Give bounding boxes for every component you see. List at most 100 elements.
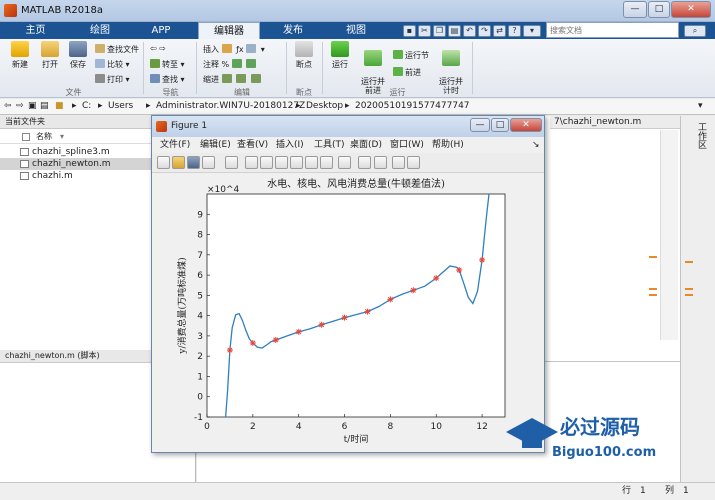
rotate-3d-icon[interactable] [290, 156, 303, 169]
data-point-marker[interactable] [479, 256, 486, 263]
compare-button[interactable]: 比较 ▾ [95, 59, 130, 70]
path-admin[interactable]: Administrator.WIN7U-20180127Z [156, 99, 305, 114]
up-folder-icon[interactable]: ▣ [28, 99, 37, 114]
chart[interactable]: 0 2 4 6 8 10 12-10123456789 水电、核电、风电消费总量(牛顿差值法… [152, 174, 544, 452]
tab-editor[interactable]: 编辑器 [198, 22, 260, 39]
insert-legend-icon[interactable] [374, 156, 387, 169]
maximize-button[interactable]: □ [648, 1, 670, 18]
show-plot-tools-icon[interactable] [407, 156, 420, 169]
switch-windows-icon[interactable]: ⇄ [493, 25, 506, 37]
search-documentation-input[interactable] [546, 22, 679, 38]
menu-view[interactable]: 查看(V) [237, 137, 268, 153]
warning-marker[interactable] [649, 256, 657, 258]
menu-dock-icon[interactable]: ↘ [532, 137, 540, 153]
open-button[interactable]: 打开 [36, 41, 64, 70]
tab-plots[interactable]: 绘图 [70, 22, 130, 39]
menu-tools[interactable]: 工具(T) [314, 137, 345, 153]
path-folder[interactable]: 20200510191577477747 [355, 99, 470, 114]
insert-button[interactable]: 插入 ƒx ▾ [203, 44, 265, 55]
advance-button[interactable]: 前进 [393, 67, 421, 78]
save-button[interactable]: 保存 [64, 41, 92, 70]
figure-close-button[interactable]: ✕ [510, 118, 542, 132]
tab-view[interactable]: 视图 [326, 22, 386, 39]
menu-window[interactable]: 窗口(W) [390, 137, 424, 153]
data-point-marker[interactable] [295, 328, 302, 335]
search-icon[interactable]: ⌕ [684, 25, 706, 37]
brush-icon[interactable] [320, 156, 333, 169]
tab-apps[interactable]: APP [132, 22, 190, 39]
goto-button[interactable]: 转至 ▾ [150, 59, 185, 70]
figure-minimize-button[interactable]: — [470, 118, 490, 132]
quick-paste-icon[interactable]: ▤ [448, 25, 461, 37]
quick-copy-icon[interactable]: ❐ [433, 25, 446, 37]
figure-maximize-button[interactable]: □ [491, 118, 509, 132]
hide-plot-tools-icon[interactable] [392, 156, 405, 169]
data-point-marker[interactable] [341, 314, 348, 321]
warning-marker[interactable] [649, 288, 657, 290]
back-forward-button[interactable]: ⇦ ⇨ [150, 44, 166, 53]
path-users[interactable]: Users [108, 99, 133, 114]
editor-tab[interactable]: 7\chazhi_newton.m [550, 116, 680, 129]
breakpoints-button[interactable]: 断点 [291, 41, 317, 70]
run-button[interactable]: 运行 [327, 41, 353, 70]
help-dropdown-icon[interactable]: ▾ [523, 25, 541, 37]
quick-save-icon[interactable]: ▪ [403, 25, 416, 37]
data-point-marker[interactable] [410, 287, 417, 294]
menu-help[interactable]: 帮助(H) [432, 137, 464, 153]
data-point-marker[interactable] [364, 308, 371, 315]
editor-scrollbar[interactable] [660, 130, 678, 340]
run-section-button[interactable]: 运行节 [393, 50, 429, 61]
browse-folder-icon[interactable]: ▤ [40, 99, 49, 114]
undo-icon[interactable]: ↶ [463, 25, 476, 37]
redo-icon[interactable]: ↷ [478, 25, 491, 37]
close-button[interactable]: ✕ [671, 1, 711, 18]
edit-plot-arrow-icon[interactable] [225, 156, 238, 169]
address-dropdown-icon[interactable]: ▾ [698, 99, 703, 114]
warning-marker[interactable] [649, 294, 657, 296]
print-figure-icon[interactable] [202, 156, 215, 169]
forward-arrow-icon[interactable]: ⇨ [16, 99, 24, 114]
decrease-indent-icon [250, 74, 261, 83]
data-point-marker[interactable] [226, 347, 233, 354]
find-button[interactable]: 查找 ▾ [150, 74, 185, 85]
new-figure-icon[interactable] [157, 156, 170, 169]
find-files-button[interactable]: 查找文件 [95, 44, 139, 55]
menu-insert[interactable]: 插入(I) [276, 137, 304, 153]
save-figure-icon[interactable] [187, 156, 200, 169]
y-tick-label: 4 [197, 312, 203, 322]
menu-edit[interactable]: 编辑(E) [200, 137, 231, 153]
print-button[interactable]: 打印 ▾ [95, 74, 130, 85]
comment-button[interactable]: 注释 % [203, 59, 258, 70]
figure-title-bar[interactable]: Figure 1 — □ ✕ [152, 116, 544, 137]
zoom-in-icon[interactable] [245, 156, 258, 169]
data-point-marker[interactable] [456, 267, 463, 274]
help-icon[interactable]: ? [508, 25, 521, 37]
path-desktop[interactable]: Desktop [306, 99, 343, 114]
data-point-marker[interactable] [387, 296, 394, 303]
tab-home[interactable]: 主页 [8, 22, 63, 39]
insert-colorbar-icon[interactable] [358, 156, 371, 169]
data-point-marker[interactable] [249, 340, 256, 347]
open-file-icon[interactable] [172, 156, 185, 169]
menu-desktop[interactable]: 桌面(D) [350, 137, 382, 153]
path-c[interactable]: C: [82, 99, 91, 114]
indent-button[interactable]: 缩进 [203, 74, 263, 85]
smart-indent-icon [221, 74, 232, 83]
pan-hand-icon[interactable] [275, 156, 288, 169]
tab-publish[interactable]: 发布 [264, 22, 322, 39]
data-point-marker[interactable] [318, 321, 325, 328]
quick-cut-icon[interactable]: ✂ [418, 25, 431, 37]
figure-window[interactable]: Figure 1 — □ ✕ 文件(F) 编辑(E) 查看(V) 插入(I) 工… [151, 115, 545, 453]
workspace-label[interactable]: 工作区 [694, 122, 706, 149]
minimize-button[interactable]: — [623, 1, 647, 18]
x-tick-label: 10 [431, 422, 443, 432]
menu-file[interactable]: 文件(F) [160, 137, 190, 153]
new-button[interactable]: 新建 [6, 41, 34, 70]
print-label: 打印 [107, 75, 123, 84]
data-cursor-icon[interactable] [305, 156, 318, 169]
zoom-out-icon[interactable] [260, 156, 273, 169]
link-plot-icon[interactable] [338, 156, 351, 169]
data-point-marker[interactable] [433, 275, 440, 282]
back-arrow-icon[interactable]: ⇦ [4, 99, 12, 114]
data-point-marker[interactable] [272, 336, 279, 343]
